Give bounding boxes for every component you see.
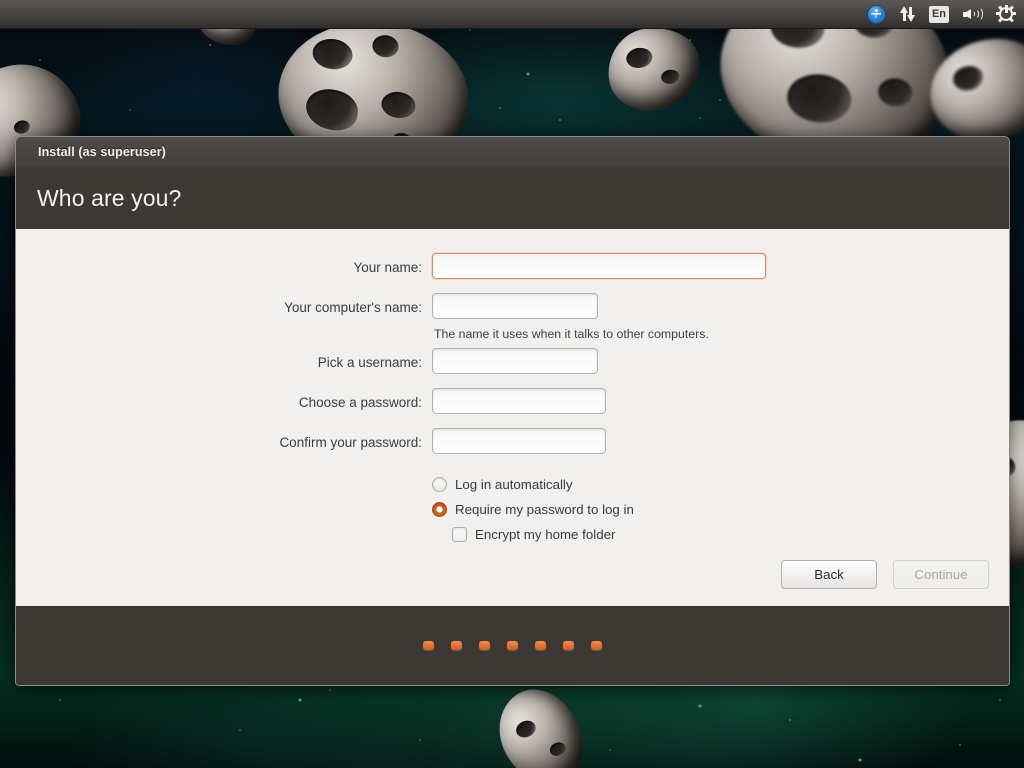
asteroid-far-right — [920, 28, 1024, 152]
radio-login-automatically[interactable] — [432, 477, 447, 492]
option-login-automatically-label: Log in automatically — [455, 477, 573, 492]
password-input[interactable] — [432, 388, 606, 414]
system-tray: En — [866, 4, 1016, 24]
row-gap — [16, 459, 1009, 472]
progress-dot — [535, 641, 546, 650]
system-menu-icon — [996, 5, 1016, 23]
installer-footer — [16, 606, 1009, 685]
installer-window: Install (as superuser) Who are you? Your… — [15, 136, 1010, 686]
form-content: Your name: Your computer's name: The nam… — [16, 229, 1009, 606]
continue-button: Continue — [893, 560, 989, 589]
computer-name-label: Your computer's name: — [284, 300, 422, 315]
window-title: Install (as superuser) — [38, 145, 166, 159]
system-menu[interactable] — [996, 5, 1016, 23]
user-setup-form: Your name: Your computer's name: The nam… — [16, 253, 1009, 547]
progress-dots — [423, 641, 602, 650]
progress-dot — [451, 641, 462, 650]
accessibility-icon — [866, 4, 886, 24]
window-titlebar: Install (as superuser) — [16, 137, 1009, 167]
row-gap — [16, 419, 1009, 428]
row-gap — [16, 284, 1009, 293]
page-title: Who are you? — [37, 184, 182, 211]
dialog-actions: Back Continue — [781, 560, 989, 589]
keyboard-layout-label: En — [928, 5, 949, 23]
confirm-password-input[interactable] — [432, 428, 606, 454]
username-label: Pick a username: — [317, 355, 422, 370]
network-indicator[interactable] — [899, 6, 915, 22]
top-panel: En — [0, 0, 1024, 29]
option-require-password-label: Require my password to log in — [455, 502, 634, 517]
keyboard-layout-indicator[interactable]: En — [928, 5, 949, 23]
username-input[interactable] — [432, 348, 598, 374]
radio-require-password[interactable] — [432, 502, 447, 517]
option-require-password[interactable]: Require my password to log in — [432, 497, 1009, 522]
network-icon — [899, 6, 915, 22]
your-name-input[interactable] — [432, 253, 766, 279]
progress-dot — [507, 641, 518, 650]
computer-name-input[interactable] — [432, 293, 598, 319]
option-encrypt-home[interactable]: Encrypt my home folder — [432, 522, 1009, 547]
computer-name-hint: The name it uses when it talks to other … — [434, 327, 709, 341]
your-name-label: Your name: — [353, 260, 422, 275]
password-label: Choose a password: — [298, 395, 422, 410]
row-gap — [16, 379, 1009, 388]
confirm-password-label: Confirm your password: — [279, 435, 422, 450]
page-header: Who are you? — [16, 167, 1009, 229]
progress-dot — [423, 641, 434, 650]
option-login-automatically[interactable]: Log in automatically — [432, 472, 1009, 497]
asteroid-mid-right — [602, 21, 706, 117]
accessibility-indicator[interactable] — [866, 4, 886, 24]
progress-dot — [563, 641, 574, 650]
progress-dot — [591, 641, 602, 650]
back-button[interactable]: Back — [781, 560, 877, 589]
checkbox-encrypt-home[interactable] — [452, 527, 467, 542]
volume-indicator[interactable] — [963, 6, 983, 22]
progress-dot — [479, 641, 490, 650]
asteroid-bottom-center — [486, 676, 596, 768]
desktop-background: En Install (as superuser) Who are you? Y… — [0, 0, 1024, 768]
option-encrypt-home-label: Encrypt my home folder — [475, 527, 616, 542]
volume-icon — [963, 6, 983, 22]
